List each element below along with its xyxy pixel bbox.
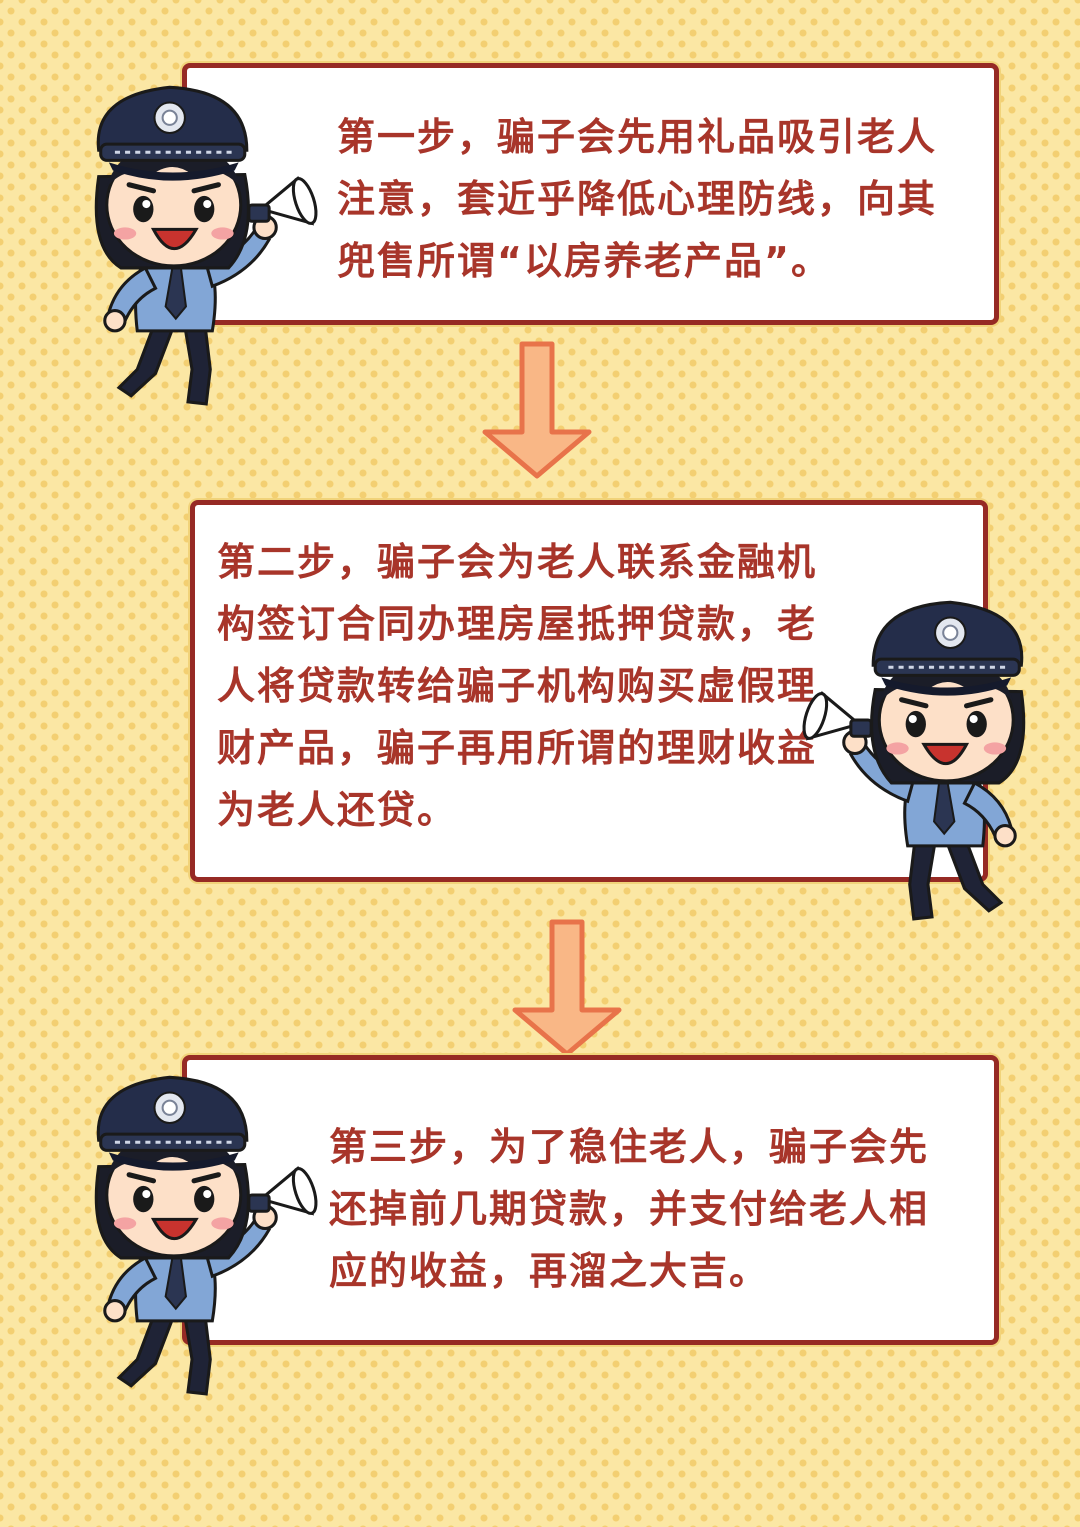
arrow-down-icon-1: [482, 341, 592, 479]
step-3-text: 第三步，为了稳住老人，骗子会先还掉前几期贷款，并支付给老人相应的收益，再溜之大吉…: [329, 1125, 930, 1293]
arrow-down-icon-2: [512, 919, 622, 1057]
step-2-text: 第二步，骗子会为老人联系金融机构签订合同办理房屋抵押贷款，老人将贷款转给骗子机构…: [217, 540, 818, 832]
step-1-text: 第一步，骗子会先用礼品吸引老人注意，套近乎降低心理防线，向其兜售所谓“以房养老产…: [337, 115, 938, 283]
police-officer-3-icon: [40, 1055, 340, 1400]
poster: { "steps": [ { "text": "第一步，骗子会先用礼品吸引老人注…: [0, 0, 1080, 1527]
police-officer-2-icon: [780, 580, 1080, 925]
police-officer-1-icon: [40, 65, 340, 410]
